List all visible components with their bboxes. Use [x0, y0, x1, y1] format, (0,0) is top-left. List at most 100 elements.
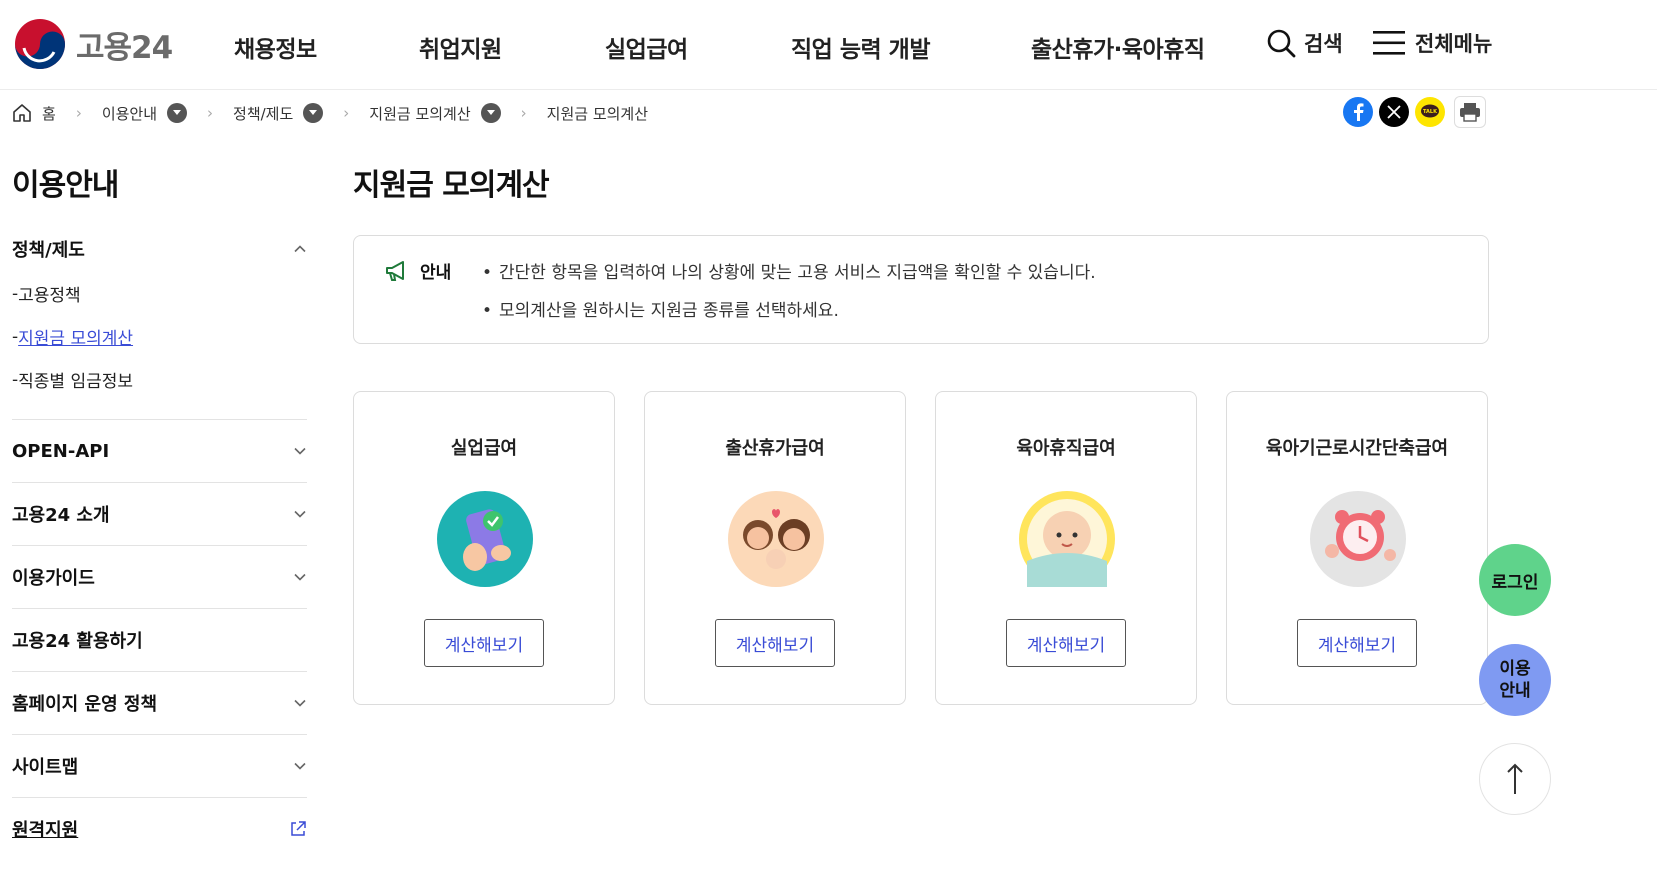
sidebar-nav: 정책/제도 - 고용정책 - 지원금 모의계산 - 직종별 임금정보 OPEN-API…	[12, 226, 307, 860]
nav-maternity-parental-leave[interactable]: 출산휴가·육아휴직	[1031, 30, 1205, 64]
card-title: 육아기근로시간단축급여	[1265, 438, 1449, 459]
sidebar-item-sitemap[interactable]: 사이트맵	[12, 735, 307, 797]
notice-item: 간단한 항목을 입력하여 나의 상황에 맞는 고용 서비스 지급액을 확인할 수…	[482, 258, 1096, 296]
site-logo[interactable]: 고용24	[14, 18, 173, 70]
guide-floating-label: 이용 안내	[1499, 659, 1531, 701]
chevron-right-icon: ›	[520, 104, 527, 122]
sidebar-subitem-employment-policy[interactable]: - 고용정책	[12, 272, 307, 315]
chevron-down-icon	[294, 447, 306, 455]
card-unemployment-benefit: 실업급여 계산해보기	[353, 391, 615, 705]
guide-floating-button[interactable]: 이용 안내	[1479, 644, 1551, 716]
login-floating-button[interactable]: 로그인	[1479, 544, 1551, 616]
sidebar-title: 이용안내	[12, 168, 119, 203]
chevron-down-icon	[294, 762, 306, 770]
chevron-down-icon[interactable]	[167, 103, 188, 123]
sidebar-item-about[interactable]: 고용24 소개	[12, 483, 307, 545]
sidebar-item-label: 고용24 활용하기	[12, 631, 143, 652]
card-title: 실업급여	[450, 438, 518, 459]
chevron-up-icon	[294, 245, 306, 253]
calculator-card-list: 실업급여 계산해보기 출산휴가급여 계산해보기 육아휴직급여 계산해보기 육아기…	[353, 391, 1488, 705]
breadcrumb-item-policy[interactable]: 정책/제도	[233, 103, 324, 124]
home-icon	[13, 104, 31, 122]
nav-vocational-training[interactable]: 직업 능력 개발	[791, 30, 930, 64]
sidebar-item-usage[interactable]: 고용24 활용하기	[12, 609, 307, 671]
search-button[interactable]: 검색	[1266, 28, 1343, 58]
sidebar-group-policy: 정책/제도 - 고용정책 - 지원금 모의계산 - 직종별 임금정보	[12, 226, 307, 420]
sidebar-subitem-wage-info[interactable]: - 직종별 임금정보	[12, 358, 307, 401]
chevron-down-icon[interactable]	[480, 103, 501, 123]
sidebar-group-operation-policy: 홈페이지 운영 정책	[12, 672, 307, 735]
sidebar-item-label: 이용가이드	[12, 568, 95, 589]
facebook-share-icon[interactable]	[1343, 97, 1373, 127]
calculate-button[interactable]: 계산해보기	[715, 619, 835, 667]
page-title: 지원금 모의계산	[353, 168, 550, 203]
sidebar-item-guide[interactable]: 이용가이드	[12, 546, 307, 608]
breadcrumb-home[interactable]: 홈	[12, 103, 56, 124]
sidebar-group-about: 고용24 소개	[12, 483, 307, 546]
sidebar-item-label: 정책/제도	[12, 240, 85, 261]
search-label: 검색	[1304, 32, 1343, 56]
sidebar-item-label: 홈페이지 운영 정책	[12, 694, 158, 715]
notice-box: 안내 간단한 항목을 입력하여 나의 상황에 맞는 고용 서비스 지급액을 확인…	[353, 235, 1489, 344]
card-title: 출산휴가급여	[725, 438, 825, 459]
breadcrumb-item-guide[interactable]: 이용안내	[101, 103, 188, 124]
sidebar-item-remote-support[interactable]: 원격지원	[12, 798, 307, 860]
kakaotalk-share-icon[interactable]: TALK	[1415, 97, 1445, 127]
megaphone-icon	[386, 260, 404, 281]
all-menu-label: 전체메뉴	[1415, 32, 1493, 56]
sidebar-item-policy[interactable]: 정책/제도	[12, 226, 307, 272]
sidebar-item-open-api[interactable]: OPEN-API	[12, 420, 307, 482]
svg-text:TALK: TALK	[1423, 109, 1438, 115]
x-share-icon[interactable]	[1379, 97, 1409, 127]
chevron-down-icon	[294, 573, 306, 581]
sidebar-group-usage: 고용24 활용하기	[12, 609, 307, 672]
logo-text: 고용24	[76, 29, 173, 66]
baby-icon	[1019, 491, 1115, 587]
chevron-down-icon	[294, 510, 306, 518]
site-header: 고용24 채용정보 취업지원 실업급여 직업 능력 개발 출산휴가·육아휴직 검…	[0, 0, 1657, 90]
nav-job-info[interactable]: 채용정보	[234, 30, 317, 64]
sidebar-group-openapi: OPEN-API	[12, 420, 307, 483]
breadcrumb-item-calculator[interactable]: 지원금 모의계산	[369, 103, 501, 124]
print-icon[interactable]	[1454, 96, 1486, 128]
notice-list: 간단한 항목을 입력하여 나의 상황에 맞는 고용 서비스 지급액을 확인할 수…	[482, 258, 1096, 334]
breadcrumb-label: 이용안내	[101, 104, 158, 123]
share-toolbar: TALK	[1343, 96, 1486, 128]
sidebar-group-sitemap: 사이트맵	[12, 735, 307, 798]
taeguk-logo-icon	[15, 19, 65, 69]
sidebar-subitem-label: 지원금 모의계산	[18, 329, 134, 349]
notice-label: 안내	[384, 258, 451, 283]
search-icon	[1267, 29, 1296, 58]
sidebar-subitem-label: 고용정책	[18, 286, 81, 306]
phone-check-icon	[437, 491, 533, 587]
breadcrumb-label: 지원금 모의계산	[369, 104, 471, 123]
scroll-top-button[interactable]	[1479, 743, 1551, 815]
calculate-button[interactable]: 계산해보기	[1297, 619, 1417, 667]
hamburger-icon	[1373, 31, 1405, 55]
card-title: 육아휴직급여	[1016, 438, 1116, 459]
family-icon	[728, 491, 824, 587]
card-parental-leave-benefit: 육아휴직급여 계산해보기	[935, 391, 1197, 705]
chevron-down-icon[interactable]	[303, 103, 324, 123]
sidebar-subitem-calculator[interactable]: - 지원금 모의계산	[12, 315, 307, 358]
notice-label-text: 안내	[420, 263, 452, 283]
notice-item: 모의계산을 원하시는 지원금 종류를 선택하세요.	[482, 296, 1096, 334]
sidebar-item-label: 사이트맵	[12, 757, 79, 778]
sidebar-item-operation-policy[interactable]: 홈페이지 운영 정책	[12, 672, 307, 734]
sidebar-group-guide: 이용가이드	[12, 546, 307, 609]
chevron-right-icon: ›	[343, 104, 350, 122]
sidebar-subitem-label: 직종별 임금정보	[18, 372, 134, 392]
sidebar-item-label: 원격지원	[12, 820, 79, 841]
chevron-right-icon: ›	[75, 104, 82, 122]
sidebar-submenu: - 고용정책 - 지원금 모의계산 - 직종별 임금정보	[12, 272, 307, 419]
sidebar-item-label: 고용24 소개	[12, 505, 110, 526]
calculate-button[interactable]: 계산해보기	[1006, 619, 1126, 667]
alarm-clock-icon	[1310, 491, 1406, 587]
nav-unemployment-benefit[interactable]: 실업급여	[605, 30, 688, 64]
calculate-button[interactable]: 계산해보기	[424, 619, 544, 667]
external-link-icon	[291, 821, 306, 836]
breadcrumb-home-label: 홈	[42, 104, 56, 123]
nav-employment-support[interactable]: 취업지원	[419, 30, 502, 64]
all-menu-button[interactable]: 전체메뉴	[1373, 28, 1492, 58]
breadcrumb-current: 지원금 모의계산	[546, 104, 649, 123]
